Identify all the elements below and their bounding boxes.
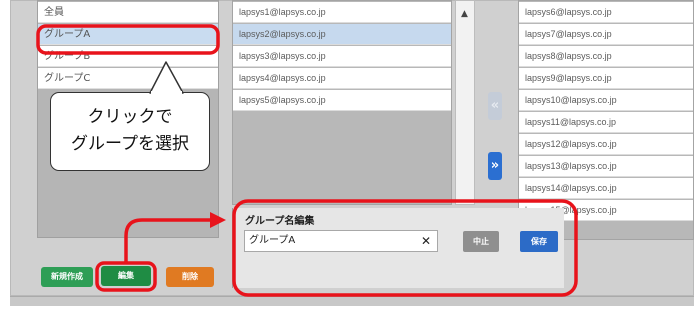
group-item-c[interactable]: グループC <box>38 68 218 89</box>
candidate-item[interactable]: lapsys13@lapsys.co.jp <box>519 156 693 177</box>
remove-member-button[interactable]: « <box>488 92 502 120</box>
member-list-scrollbar[interactable]: ▲ <box>455 0 475 205</box>
editor-title: グループ名編集 <box>245 216 315 227</box>
candidate-item[interactable]: lapsys9@lapsys.co.jp <box>519 68 693 89</box>
dialog-bottom-bar <box>10 296 694 306</box>
candidate-item[interactable]: lapsys8@lapsys.co.jp <box>519 46 693 67</box>
double-chevron-left-icon: « <box>490 98 500 113</box>
member-item[interactable]: lapsys4@lapsys.co.jp <box>233 68 451 89</box>
callout-line-2: グループを選択 <box>71 134 189 154</box>
candidate-item[interactable]: lapsys7@lapsys.co.jp <box>519 24 693 45</box>
group-item-a[interactable]: グループA <box>38 24 218 45</box>
clear-icon[interactable]: ✕ <box>421 231 431 251</box>
instruction-callout: クリックで グループを選択 <box>50 92 210 171</box>
candidate-item[interactable]: lapsys12@lapsys.co.jp <box>519 134 693 155</box>
member-item[interactable]: lapsys2@lapsys.co.jp <box>233 24 451 45</box>
cancel-button[interactable]: 中止 <box>463 231 499 252</box>
candidate-list: lapsys6@lapsys.co.jp lapsys7@lapsys.co.j… <box>518 0 694 240</box>
save-button[interactable]: 保存 <box>520 231 558 252</box>
group-item-all[interactable]: 全員 <box>38 2 218 23</box>
group-item-b[interactable]: グループB <box>38 46 218 67</box>
member-item[interactable]: lapsys5@lapsys.co.jp <box>233 90 451 111</box>
candidate-item[interactable]: lapsys6@lapsys.co.jp <box>519 2 693 23</box>
member-item[interactable]: lapsys3@lapsys.co.jp <box>233 46 451 67</box>
candidate-item[interactable]: lapsys14@lapsys.co.jp <box>519 178 693 199</box>
edit-group-button[interactable]: 編集 <box>101 266 151 286</box>
group-name-value: グループA <box>249 235 296 246</box>
member-item[interactable]: lapsys1@lapsys.co.jp <box>233 2 451 23</box>
double-chevron-right-icon: » <box>490 158 500 173</box>
delete-group-button[interactable]: 削除 <box>166 267 214 287</box>
new-group-button[interactable]: 新規作成 <box>41 267 93 287</box>
candidate-item[interactable]: lapsys11@lapsys.co.jp <box>519 112 693 133</box>
member-list: lapsys1@lapsys.co.jp lapsys2@lapsys.co.j… <box>232 0 452 205</box>
group-name-input[interactable]: グループA ✕ <box>244 230 438 252</box>
add-member-button[interactable]: » <box>488 152 502 180</box>
scroll-up-icon[interactable]: ▲ <box>461 9 468 19</box>
callout-line-1: クリックで <box>87 107 173 127</box>
candidate-item[interactable]: lapsys10@lapsys.co.jp <box>519 90 693 111</box>
